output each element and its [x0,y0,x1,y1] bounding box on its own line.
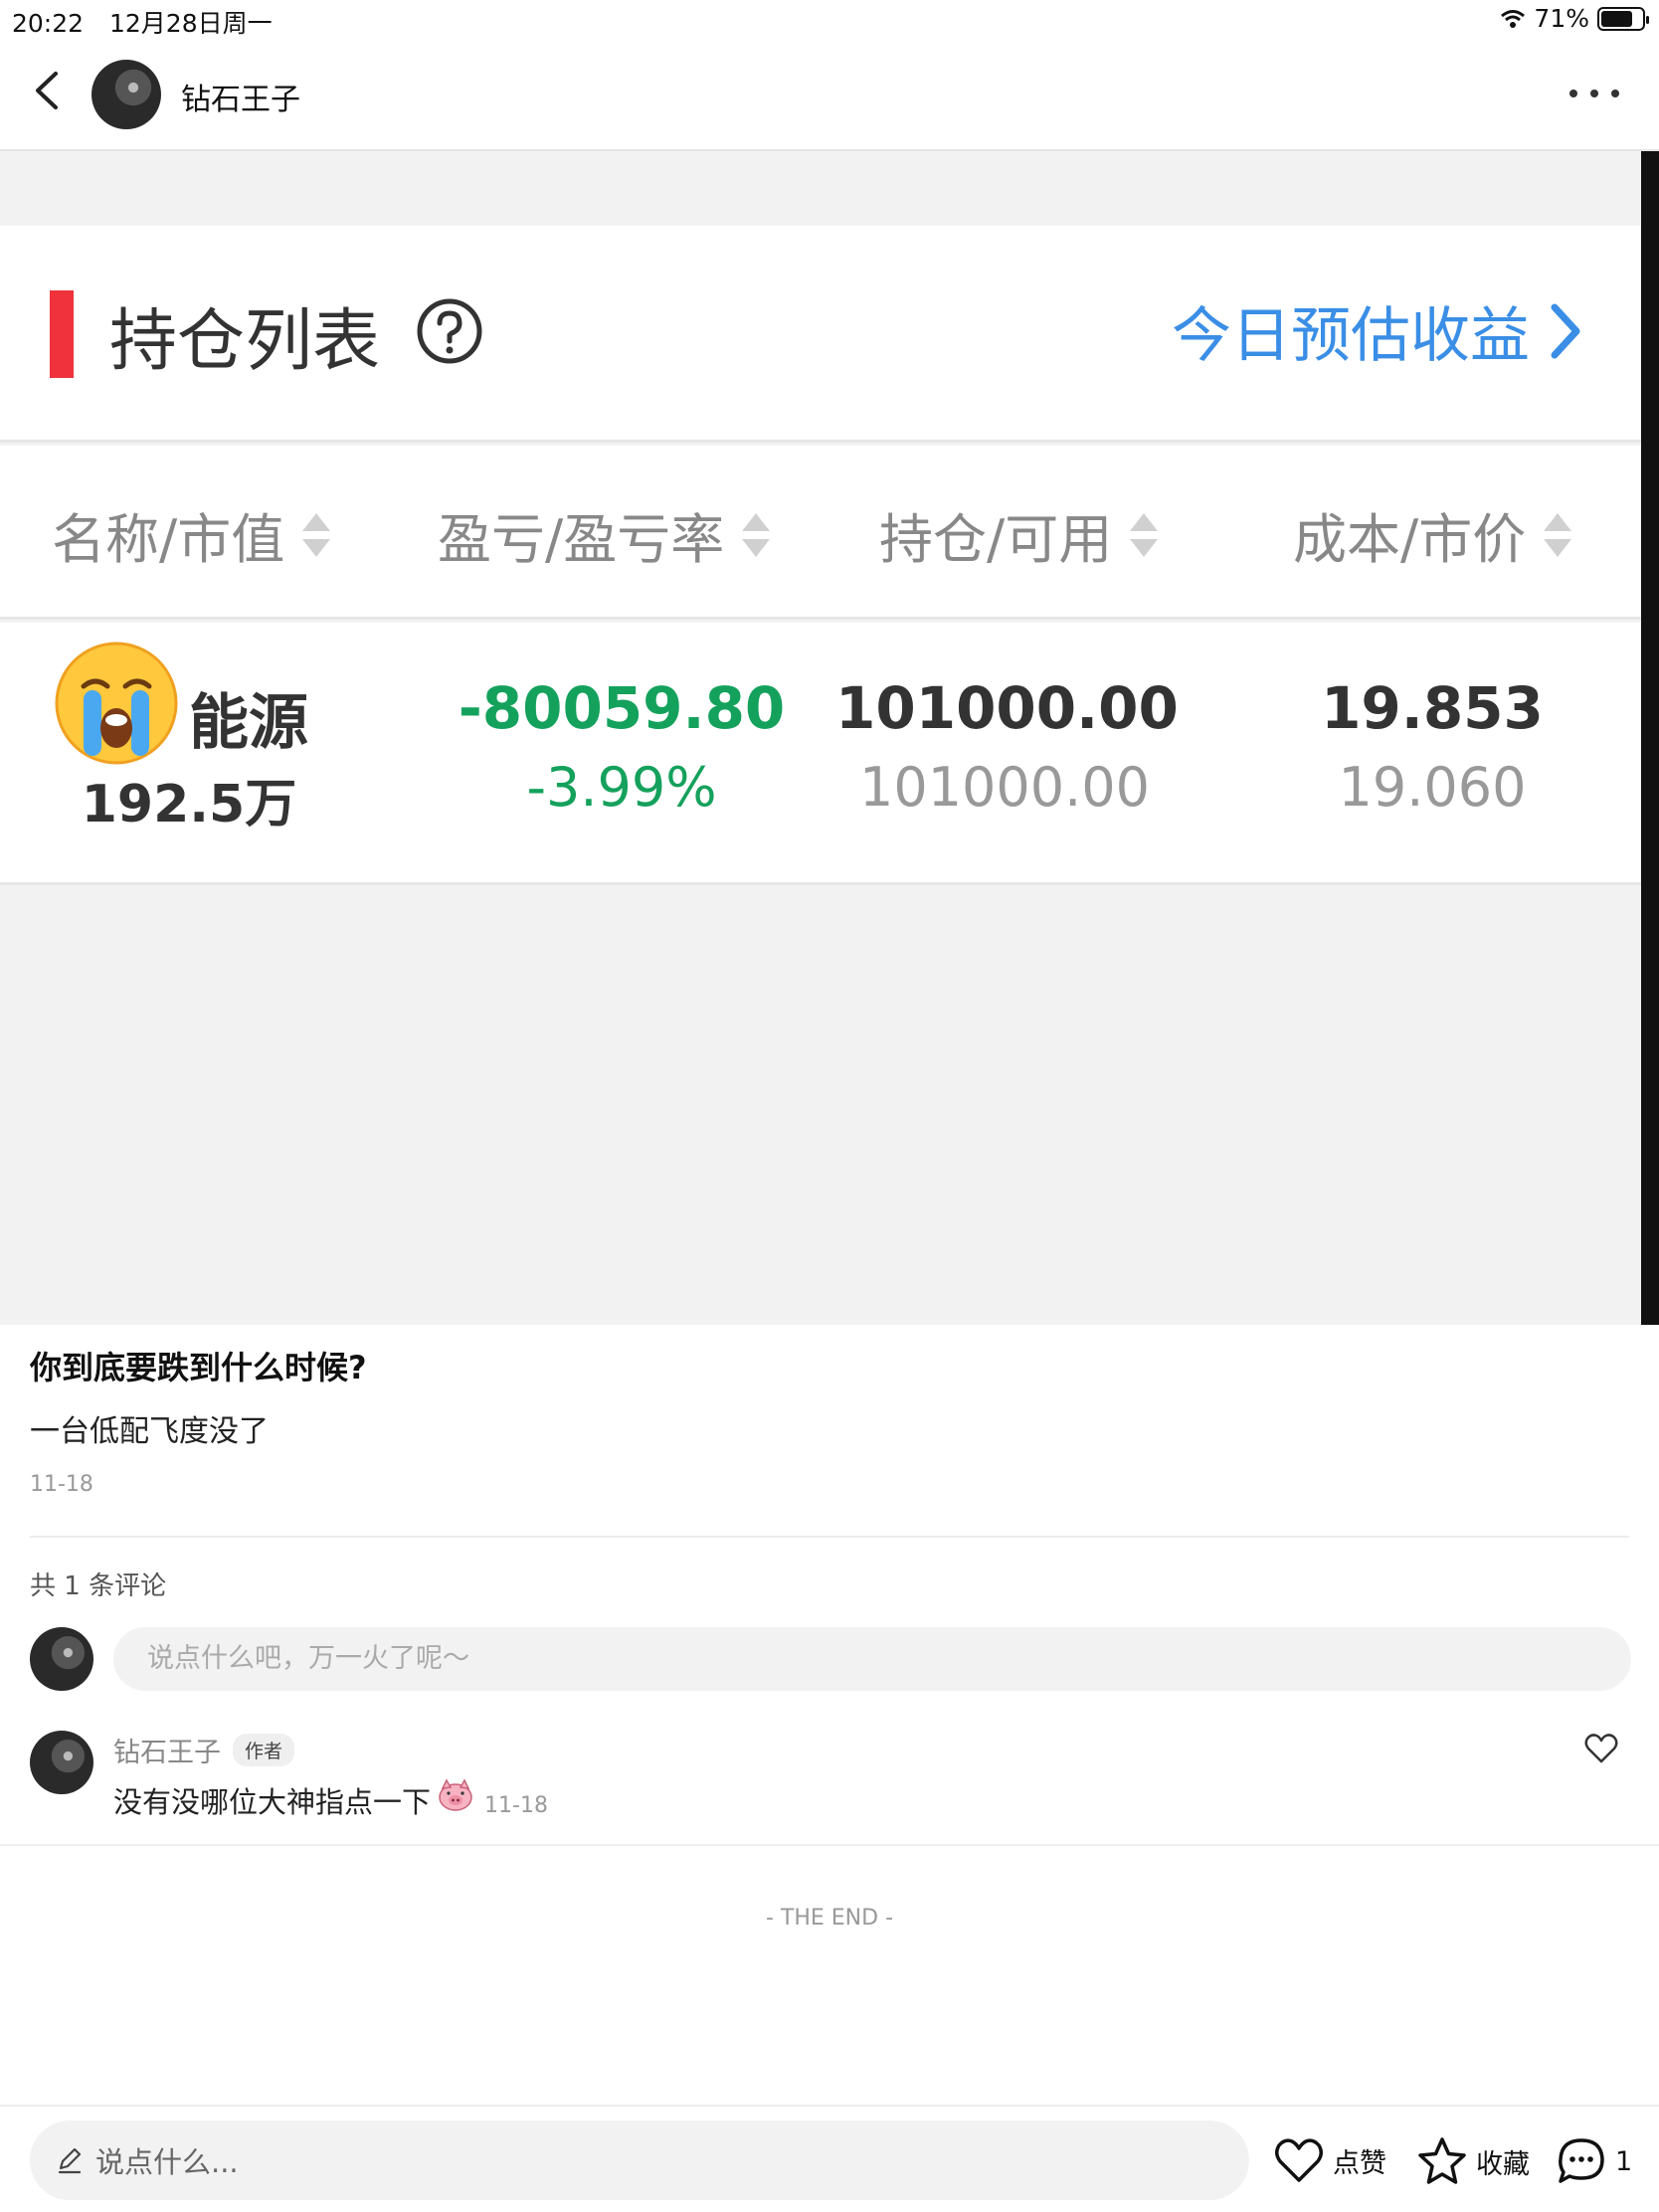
wifi-icon [1501,9,1526,28]
post-body: 一台低配飞度没了 [30,1414,269,1449]
like-label: 点赞 [1333,2147,1386,2179]
comment-date: 11-18 [484,1793,548,1818]
column-header: 盈亏/盈亏率 [438,495,776,574]
status-bar: 20:22 12月28日周一 71% [0,0,1659,40]
sort-icon [1544,512,1572,557]
column-header-label: 持仓/可用 [879,508,1113,571]
title-accent-bar [50,290,74,378]
my-avatar [30,1627,93,1691]
post-date: 11-18 [30,1472,93,1497]
battery-percent: 71% [1534,4,1589,33]
price-value: 19.060 [1338,756,1527,819]
nav-header: 钻石王子 [0,40,1659,151]
commenter-avatar[interactable] [30,1731,93,1794]
author-avatar[interactable] [92,60,161,129]
comment-button[interactable]: 1 [1556,2136,1632,2186]
status-time-date: 20:22 12月28日周一 [12,4,273,40]
holdings-title: 持仓列表 [109,302,381,381]
holding-cell: 101000.00 101000.00 [835,674,1179,819]
pig-emoji-icon [439,1778,472,1811]
bottom-input-placeholder: 说点什么... [95,2145,239,2179]
profit-cell: -80059.80 -3.99% [438,674,806,819]
end-marker: - THE END - [765,1906,894,1931]
market-value: 192.5万 [81,775,297,834]
battery-icon [1597,6,1649,31]
comment-count-badge: 1 [1615,2145,1633,2177]
author-badge: 作者 [233,1734,295,1766]
sort-icon [742,512,771,557]
collect-label: 收藏 [1476,2148,1530,2180]
available-value: 101000.00 [858,756,1151,819]
pencil-icon [58,2147,82,2174]
post-title: 你到底要跌到什么时候? [30,1349,367,1386]
profit-rate: -3.99% [526,756,717,819]
chevron-right-icon [1551,303,1580,358]
help-icon [417,298,482,364]
status-time: 20:22 [12,9,85,38]
star-icon [1418,2137,1466,2184]
image-edge [1641,151,1659,1325]
bottom-comment-input[interactable]: 说点什么... [30,2120,1249,2200]
cost-cell: 19.853 19.060 [1273,674,1591,819]
comment-author-row: 钻石王子 作者 [113,1731,295,1769]
status-date: 12月28日周一 [109,9,273,38]
column-header: 成本/市价 [1293,495,1577,574]
holdings-column-headers: 名称/市值 盈亏/盈亏率 持仓/可用 成本/市价 [0,446,1641,620]
holding-row: 能源 192.5万 -80059.80 -3.99% 101000.00 101… [0,623,1641,885]
column-header-label: 名称/市值 [52,508,285,571]
crying-emoji-icon [55,642,178,765]
comment-author[interactable]: 钻石王子 [113,1731,221,1769]
collect-button[interactable]: 收藏 [1416,2136,1530,2186]
more-icon[interactable] [1569,88,1619,99]
today-estimate-link: 今日预估收益 [1172,287,1581,374]
heart-icon[interactable] [1583,1733,1619,1764]
market-value-cell: 192.5万 [40,762,338,836]
like-button[interactable]: 点赞 [1273,2136,1386,2184]
comment-icon [1559,2138,1604,2183]
divider [30,1536,1629,1538]
column-header-label: 盈亏/盈亏率 [438,508,725,571]
sort-icon [302,512,331,557]
column-header: 名称/市值 [52,495,336,574]
holdings-title-row: 持仓列表 今日预估收益 [0,226,1641,443]
status-right: 71% [1500,4,1649,33]
sort-icon [1130,512,1159,557]
comment-item[interactable]: 没有没哪位大神指点一下 11-18 [113,1778,548,1821]
column-header-label: 成本/市价 [1293,508,1527,571]
post-image[interactable]: 持仓列表 今日预估收益 名称/市值 盈亏/盈亏率 持仓/可用 成本/市价 能源 … [0,151,1659,1325]
column-header: 持仓/可用 [879,495,1164,574]
cost-value: 19.853 [1321,674,1544,742]
profit-value: -80059.80 [458,674,786,742]
divider [0,1844,1659,1846]
comment-input[interactable]: 说点什么吧，万一火了呢～ [113,1627,1631,1691]
back-icon[interactable] [24,66,74,115]
comment-text: 没有没哪位大神指点一下 [113,1785,432,1819]
heart-icon [1275,2138,1323,2182]
author-name[interactable]: 钻石王子 [181,75,300,118]
bottom-action-bar: 说点什么... 点赞 收藏 1 [0,2105,1659,2212]
today-estimate-label: 今日预估收益 [1172,301,1530,371]
comment-count: 共 1 条评论 [30,1571,167,1601]
holding-value: 101000.00 [835,674,1179,742]
